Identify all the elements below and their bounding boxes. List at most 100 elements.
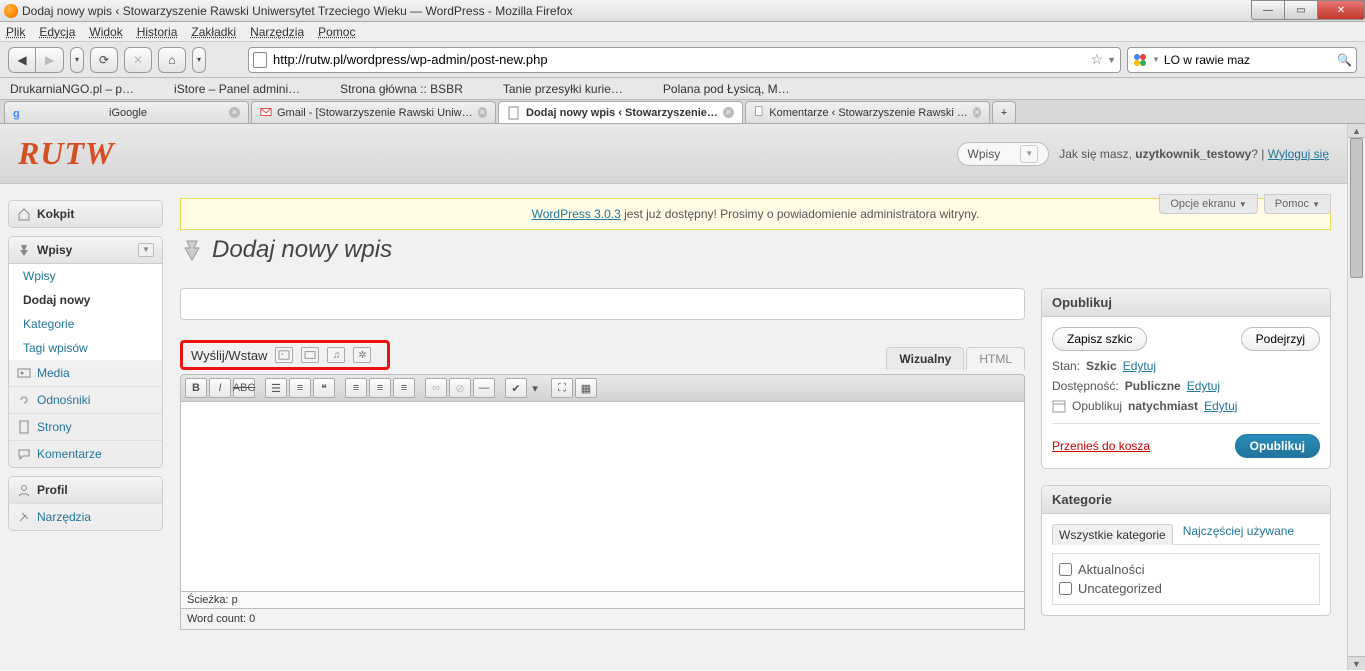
bold-button[interactable]: B bbox=[185, 378, 207, 398]
sidebar-subitem-tags[interactable]: Tagi wpisów bbox=[9, 336, 162, 360]
url-dropdown-icon[interactable]: ▼ bbox=[1107, 55, 1116, 65]
add-video-button[interactable] bbox=[301, 347, 319, 363]
link-button[interactable]: ∞ bbox=[425, 378, 447, 398]
bookmark-item[interactable]: Strona główna :: BSBR bbox=[340, 82, 463, 96]
sidebar-item-tools[interactable]: Narzędzia bbox=[9, 504, 162, 530]
add-media-button[interactable]: ✲ bbox=[353, 347, 371, 363]
favorites-dropdown[interactable]: Wpisy ▼ bbox=[957, 142, 1050, 166]
publish-button[interactable]: Opublikuj bbox=[1235, 434, 1320, 458]
blockquote-button[interactable]: ❝ bbox=[313, 378, 335, 398]
home-dropdown-button[interactable]: ▾ bbox=[192, 47, 206, 73]
sidebar-item-posts[interactable]: Wpisy ▼ bbox=[9, 237, 162, 264]
add-image-button[interactable] bbox=[275, 347, 293, 363]
new-tab-button[interactable]: + bbox=[992, 101, 1016, 123]
category-checkbox[interactable] bbox=[1059, 563, 1072, 576]
menu-history[interactable]: Historia bbox=[137, 25, 178, 39]
tools-icon bbox=[17, 510, 31, 524]
stop-button[interactable]: ✕ bbox=[124, 47, 152, 73]
browser-tab[interactable]: Komentarze ‹ Stowarzyszenie Rawski … × bbox=[745, 101, 990, 123]
menu-bookmarks[interactable]: Zakładki bbox=[191, 25, 236, 39]
search-engine-dropdown-icon[interactable]: ▼ bbox=[1152, 55, 1160, 64]
url-bar[interactable]: ☆ ▼ bbox=[248, 47, 1121, 73]
sidebar-item-pages[interactable]: Strony bbox=[9, 414, 162, 441]
editor-tab-visual[interactable]: Wizualny bbox=[886, 347, 964, 370]
edit-schedule-link[interactable]: Edytuj bbox=[1204, 399, 1237, 413]
categories-tab-popular[interactable]: Najczęściej używane bbox=[1183, 524, 1294, 540]
align-center-button[interactable]: ≡ bbox=[369, 378, 391, 398]
move-to-trash-link[interactable]: Przenieś do kosza bbox=[1052, 439, 1150, 453]
unlink-button[interactable]: ⊘ bbox=[449, 378, 471, 398]
logout-link[interactable]: Wyloguj się bbox=[1268, 147, 1329, 161]
forward-button[interactable]: ▶ bbox=[36, 47, 64, 73]
menu-view[interactable]: Widok bbox=[89, 25, 122, 39]
window-minimize-button[interactable]: — bbox=[1251, 0, 1285, 20]
italic-button[interactable]: I bbox=[209, 378, 231, 398]
search-input[interactable] bbox=[1164, 53, 1337, 67]
bookmark-item[interactable]: DrukarniaNGO.pl – p… bbox=[10, 82, 134, 96]
sidebar-item-links[interactable]: Odnośniki bbox=[9, 387, 162, 414]
url-input[interactable] bbox=[273, 52, 1087, 67]
edit-status-link[interactable]: Edytuj bbox=[1123, 359, 1156, 373]
fullscreen-button[interactable]: ⛶ bbox=[551, 378, 573, 398]
menu-edit[interactable]: Edycja bbox=[39, 25, 75, 39]
menu-tools[interactable]: Narzędzia bbox=[250, 25, 304, 39]
chevron-down-icon[interactable]: ▼ bbox=[138, 243, 154, 257]
sidebar-item-profile[interactable]: Profil bbox=[9, 477, 162, 504]
sidebar-item-media[interactable]: Media bbox=[9, 360, 162, 387]
bullet-list-button[interactable]: ☰ bbox=[265, 378, 287, 398]
number-list-button[interactable]: ≡ bbox=[289, 378, 311, 398]
window-close-button[interactable]: ✕ bbox=[1317, 0, 1365, 20]
browser-scrollbar[interactable]: ▲ ▼ bbox=[1347, 124, 1365, 670]
add-audio-button[interactable]: ♫ bbox=[327, 347, 345, 363]
bookmark-item[interactable]: iStore – Panel admini… bbox=[174, 82, 300, 96]
category-item[interactable]: Aktualności bbox=[1059, 560, 1313, 579]
back-button[interactable]: ◀ bbox=[8, 47, 36, 73]
sidebar-item-comments[interactable]: Komentarze bbox=[9, 441, 162, 467]
sidebar-subitem-posts[interactable]: Wpisy bbox=[9, 264, 162, 288]
tab-close-icon[interactable]: × bbox=[973, 107, 981, 118]
search-submit-icon[interactable]: 🔍 bbox=[1337, 53, 1352, 67]
site-logo[interactable]: RUTW bbox=[18, 135, 114, 172]
category-item[interactable]: Uncategorized bbox=[1059, 579, 1313, 598]
history-dropdown-button[interactable]: ▾ bbox=[70, 47, 84, 73]
editor-tab-html[interactable]: HTML bbox=[966, 347, 1025, 370]
save-draft-button[interactable]: Zapisz szkic bbox=[1052, 327, 1147, 351]
window-maximize-button[interactable]: ▭ bbox=[1284, 0, 1318, 20]
kitchen-sink-button[interactable]: ▦ bbox=[575, 378, 597, 398]
preview-button[interactable]: Podejrzyj bbox=[1241, 327, 1320, 351]
bookmark-item[interactable]: Tanie przesyłki kurie… bbox=[503, 82, 623, 96]
categories-tab-all[interactable]: Wszystkie kategorie bbox=[1052, 524, 1173, 545]
menu-help[interactable]: Pomoc bbox=[318, 25, 355, 39]
post-title-input[interactable] bbox=[180, 288, 1025, 320]
sidebar-item-dashboard[interactable]: Kokpit bbox=[9, 201, 162, 227]
bookmark-item[interactable]: Polana pod Łysicą, M… bbox=[663, 82, 790, 96]
sidebar-subitem-add-new[interactable]: Dodaj nowy bbox=[9, 288, 162, 312]
spellcheck-button[interactable]: ✔ bbox=[505, 378, 527, 398]
tab-close-icon[interactable]: × bbox=[478, 107, 487, 118]
scroll-up-icon[interactable]: ▲ bbox=[1348, 124, 1365, 138]
edit-visibility-link[interactable]: Edytuj bbox=[1187, 379, 1220, 393]
browser-tab[interactable]: g iGoogle × bbox=[4, 101, 249, 123]
browser-tab-active[interactable]: Dodaj nowy wpis ‹ Stowarzyszenie… × bbox=[498, 101, 743, 123]
bookmark-star-icon[interactable]: ☆ bbox=[1091, 51, 1104, 68]
home-button[interactable]: ⌂ bbox=[158, 47, 186, 73]
reload-button[interactable]: ⟳ bbox=[90, 47, 118, 73]
browser-search-bar[interactable]: ▼ 🔍 bbox=[1127, 47, 1357, 73]
tab-close-icon[interactable]: × bbox=[723, 107, 734, 118]
help-toggle[interactable]: Pomoc ▼ bbox=[1264, 194, 1331, 214]
category-checkbox[interactable] bbox=[1059, 582, 1072, 595]
scroll-thumb[interactable] bbox=[1350, 138, 1363, 278]
more-button[interactable]: — bbox=[473, 378, 495, 398]
menu-file[interactable]: Plik bbox=[6, 25, 25, 39]
wordpress-update-link[interactable]: WordPress 3.0.3 bbox=[532, 207, 621, 221]
align-left-button[interactable]: ≡ bbox=[345, 378, 367, 398]
tab-close-icon[interactable]: × bbox=[229, 107, 240, 118]
spellcheck-dropdown-icon[interactable]: ▾ bbox=[529, 378, 541, 398]
strike-button[interactable]: ABC bbox=[233, 378, 255, 398]
align-right-button[interactable]: ≡ bbox=[393, 378, 415, 398]
screen-options-toggle[interactable]: Opcje ekranu ▼ bbox=[1159, 194, 1257, 214]
post-content-editor[interactable] bbox=[180, 402, 1025, 592]
sidebar-subitem-categories[interactable]: Kategorie bbox=[9, 312, 162, 336]
scroll-down-icon[interactable]: ▼ bbox=[1348, 656, 1365, 670]
browser-tab[interactable]: Gmail - [Stowarzyszenie Rawski Uniw… × bbox=[251, 101, 496, 123]
